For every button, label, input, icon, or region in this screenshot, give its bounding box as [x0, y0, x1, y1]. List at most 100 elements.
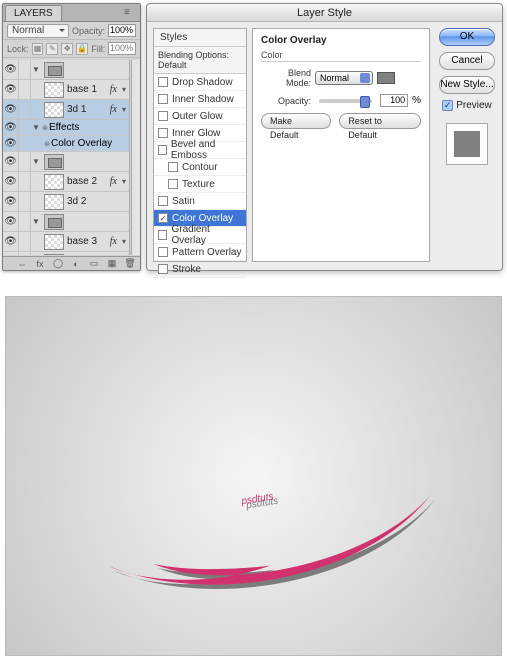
opacity-unit: %: [412, 95, 421, 106]
style-item[interactable]: Satin: [154, 193, 246, 210]
visibility-icon[interactable]: 👁: [3, 120, 19, 136]
link-layers-icon[interactable]: ⇔: [16, 259, 28, 269]
mask-icon[interactable]: ◯: [52, 259, 64, 269]
blend-mode-dropdown[interactable]: Normal: [7, 24, 69, 38]
style-item[interactable]: Drop Shadow: [154, 74, 246, 91]
style-item[interactable]: Texture: [154, 176, 246, 193]
layers-panel: LAYERS ≡ Normal Opacity: 100% Lock: ▦ ✎ …: [2, 3, 141, 271]
opacity-input[interactable]: 100: [380, 94, 408, 107]
style-checkbox[interactable]: [158, 128, 168, 138]
layer-row[interactable]: 👁 3d 2: [3, 192, 129, 212]
style-item[interactable]: Outer Glow: [154, 108, 246, 125]
new-group-icon[interactable]: ▭: [88, 259, 100, 269]
style-checkbox[interactable]: [158, 247, 168, 257]
ok-button[interactable]: OK: [439, 28, 495, 46]
disclosure-icon[interactable]: ▼: [31, 217, 41, 226]
style-checkbox[interactable]: [158, 196, 168, 206]
reset-default-button[interactable]: Reset to Default: [339, 113, 421, 129]
fx-badge[interactable]: fx: [110, 104, 117, 115]
visibility-icon[interactable]: 👁: [3, 192, 19, 211]
layers-tab[interactable]: LAYERS: [5, 5, 62, 21]
layer-style-dialog: Layer Style Styles Blending Options: Def…: [146, 3, 503, 271]
style-checkbox[interactable]: [158, 94, 168, 104]
fx-badge[interactable]: fx: [110, 176, 117, 187]
visibility-icon[interactable]: 👁: [3, 252, 19, 255]
visibility-icon[interactable]: 👁: [3, 212, 19, 231]
style-item[interactable]: Gradient Overlay: [154, 227, 246, 244]
style-checkbox[interactable]: [158, 111, 168, 121]
visibility-icon[interactable]: 👁: [3, 172, 19, 191]
swash-shadow: [110, 499, 445, 609]
scrollbar[interactable]: [131, 60, 140, 255]
fx-badge[interactable]: fx: [110, 84, 117, 95]
disclosure-icon[interactable]: ▼: [31, 65, 41, 74]
visibility-icon[interactable]: 👁: [3, 60, 19, 79]
folder-icon: [44, 62, 64, 78]
layer-row[interactable]: 👁 base 1 fx▾: [3, 80, 129, 100]
visibility-icon[interactable]: 👁: [3, 80, 19, 99]
style-checkbox[interactable]: [158, 264, 168, 274]
trash-icon[interactable]: 🗑: [124, 259, 136, 269]
new-layer-icon[interactable]: ▦: [106, 259, 118, 269]
panel-tabbar: LAYERS ≡: [3, 4, 140, 22]
style-item[interactable]: Pattern Overlay: [154, 244, 246, 261]
style-label: Texture: [182, 179, 215, 190]
style-checkbox[interactable]: ✓: [158, 213, 168, 223]
lock-position-icon[interactable]: ✥: [61, 43, 73, 55]
layer-thumb: [44, 254, 64, 256]
effect-name: Color Overlay: [51, 138, 112, 149]
effect-item[interactable]: 👁 ⊜ Color Overlay: [3, 136, 129, 152]
preview-box: [446, 123, 488, 165]
layer-thumb: [44, 234, 64, 250]
opacity-label: Opacity:: [261, 96, 311, 106]
style-checkbox[interactable]: [168, 179, 178, 189]
blend-mode-combo[interactable]: Normal: [315, 71, 373, 85]
visibility-icon[interactable]: 👁: [3, 232, 19, 251]
visibility-icon[interactable]: 👁: [3, 100, 19, 119]
style-item[interactable]: Contour: [154, 159, 246, 176]
visibility-icon[interactable]: 👁: [3, 152, 19, 171]
color-swatch[interactable]: [377, 72, 395, 84]
fx-badge[interactable]: fx: [110, 236, 117, 247]
style-item[interactable]: Inner Shadow: [154, 91, 246, 108]
lock-all-icon[interactable]: 🔒: [76, 43, 88, 55]
effects-row[interactable]: 👁 ▼ ⊜ Effects: [3, 120, 129, 136]
style-settings: Color Overlay Color Blend Mode: Normal O…: [252, 28, 430, 262]
preview-checkbox[interactable]: ✓: [442, 100, 453, 111]
style-checkbox[interactable]: [158, 230, 167, 240]
lock-pixels-icon[interactable]: ✎: [46, 43, 58, 55]
style-checkbox[interactable]: [168, 162, 178, 172]
layer-group[interactable]: 👁 ▼: [3, 212, 129, 232]
make-default-button[interactable]: Make Default: [261, 113, 331, 129]
new-style-button[interactable]: New Style...: [439, 76, 495, 94]
opacity-label: Opacity:: [72, 26, 105, 36]
visibility-icon[interactable]: 👁: [3, 136, 19, 152]
layer-row[interactable]: 👁 base 3 fx▾: [3, 232, 129, 252]
layer-group[interactable]: 👁 ▼: [3, 60, 129, 80]
fill-value[interactable]: 100%: [108, 42, 136, 55]
disclosure-icon[interactable]: ▼: [31, 123, 41, 132]
fill-label: Fill:: [91, 44, 105, 54]
opacity-value[interactable]: 100%: [108, 24, 136, 37]
style-checkbox[interactable]: [158, 77, 168, 87]
style-item[interactable]: Bevel and Emboss: [154, 142, 246, 159]
cancel-button[interactable]: Cancel: [439, 52, 495, 70]
fx-icon[interactable]: fx: [34, 259, 46, 269]
layer-row[interactable]: 👁 3d 1 fx▾: [3, 100, 129, 120]
blending-options-header[interactable]: Blending Options: Default: [154, 47, 246, 74]
layer-group[interactable]: 👁 ▼: [3, 152, 129, 172]
disclosure-icon[interactable]: ▼: [31, 157, 41, 166]
settings-title: Color Overlay: [261, 35, 421, 46]
style-checkbox[interactable]: [158, 145, 167, 155]
layer-row[interactable]: 👁 base 2 fx▾: [3, 172, 129, 192]
adjustment-icon[interactable]: ◐: [70, 259, 82, 269]
styles-header[interactable]: Styles: [154, 29, 246, 47]
layer-row[interactable]: 👁 3d 3: [3, 252, 129, 255]
style-item[interactable]: Stroke: [154, 261, 246, 278]
layer-thumb: [44, 174, 64, 190]
swash: [105, 495, 440, 605]
lock-transparency-icon[interactable]: ▦: [32, 43, 44, 55]
panel-menu-icon[interactable]: ≡: [124, 7, 136, 17]
opacity-slider[interactable]: [319, 99, 372, 103]
style-label: Inner Glow: [172, 128, 220, 139]
